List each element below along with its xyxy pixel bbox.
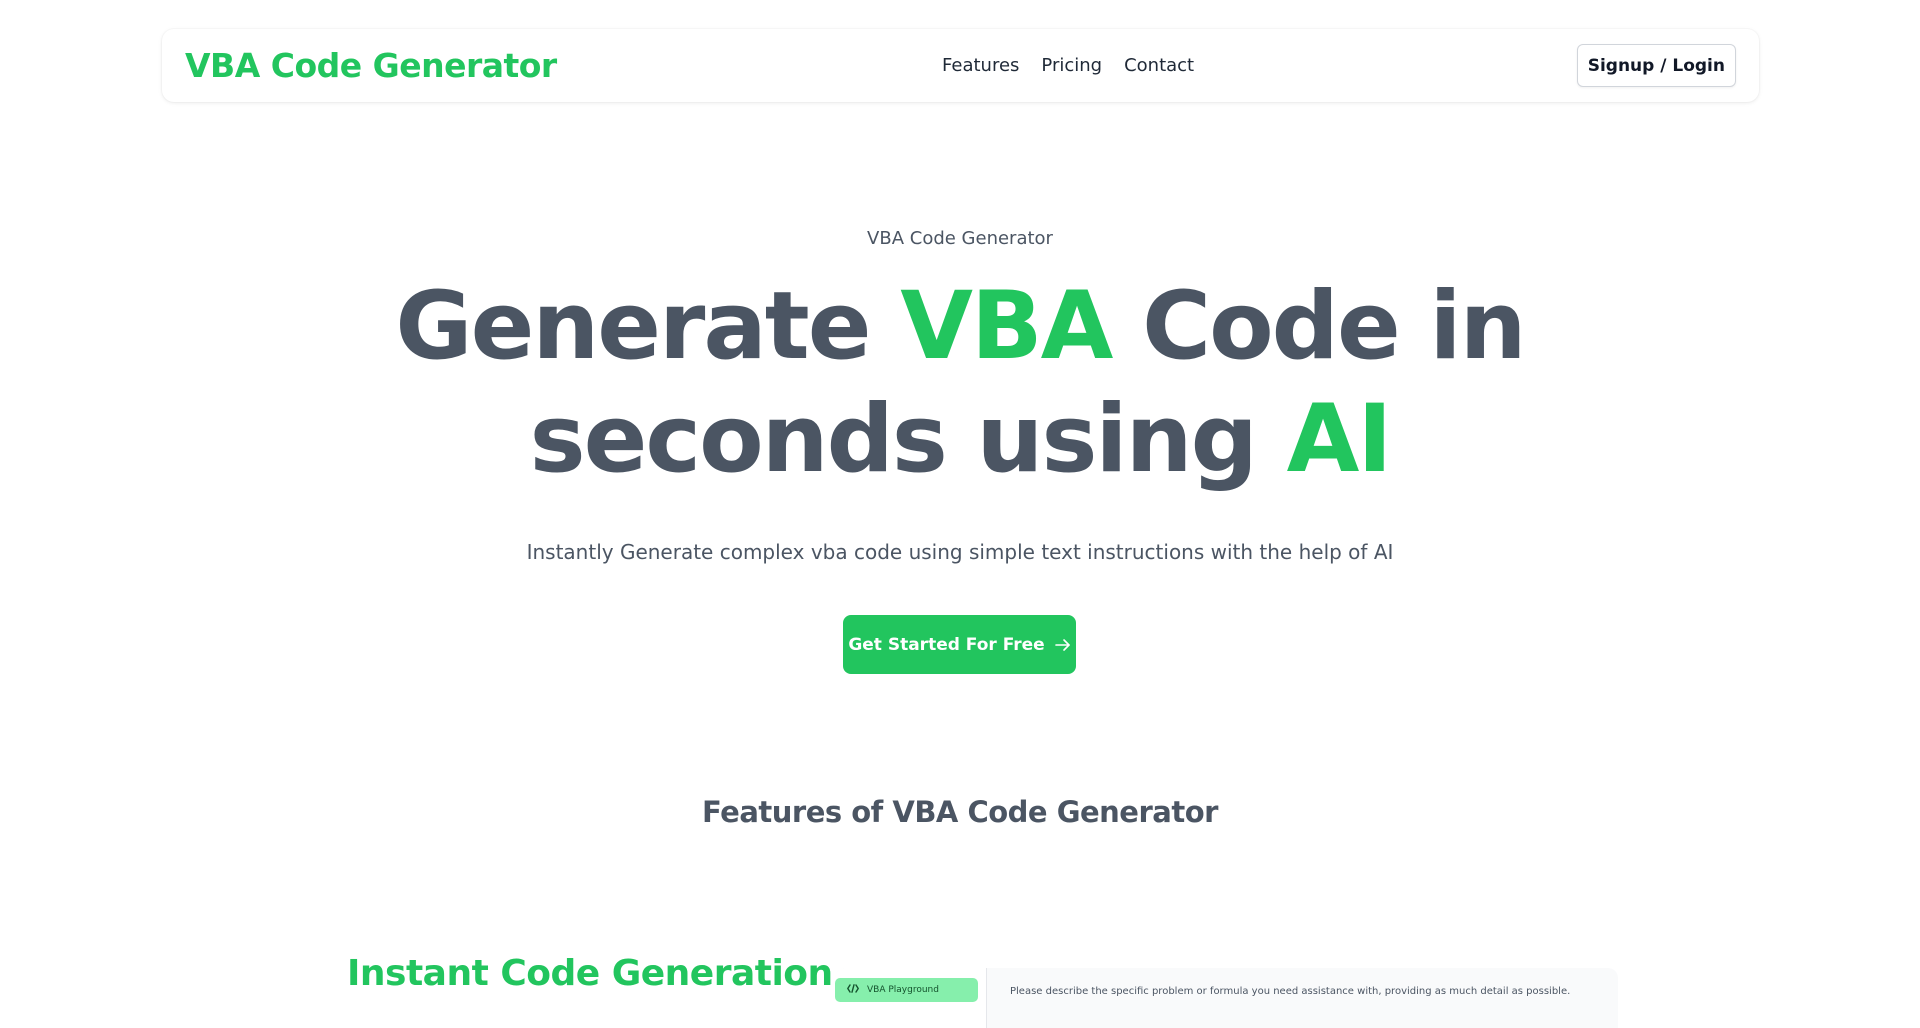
headline-part-1: Generate [395, 272, 901, 381]
sidebar-item-label: VBA Playground [867, 985, 939, 995]
arrow-right-icon [1054, 638, 1071, 652]
playground-preview: VBA Playground Please describe the speci… [835, 968, 1618, 1028]
get-started-label: Get Started For Free [848, 634, 1045, 655]
signup-login-button[interactable]: Signup / Login [1576, 44, 1736, 87]
preview-prompt-text: Please describe the specific problem or … [1010, 986, 1571, 997]
nav-link-pricing[interactable]: Pricing [1041, 55, 1102, 76]
get-started-button[interactable]: Get Started For Free [843, 615, 1076, 674]
navbar: VBA Code Generator Features Pricing Cont… [162, 29, 1759, 102]
preview-sidebar: VBA Playground [835, 968, 987, 1028]
hero-eyebrow: VBA Code Generator [867, 228, 1053, 249]
sidebar-item-vba-playground[interactable]: VBA Playground [835, 978, 978, 1002]
nav-links: Features Pricing Contact [942, 29, 1194, 102]
nav-link-contact[interactable]: Contact [1124, 55, 1194, 76]
hero-headline: Generate VBA Code in seconds using AI [200, 270, 1720, 496]
features-section-title: Features of VBA Code Generator [702, 795, 1218, 829]
code-icon [847, 984, 859, 996]
headline-accent-ai: AI [1286, 385, 1393, 494]
feature-heading-instant-code: Instant Code Generation [347, 953, 833, 994]
nav-link-features[interactable]: Features [942, 55, 1019, 76]
brand-logo[interactable]: VBA Code Generator [185, 46, 557, 85]
hero-subhead: Instantly Generate complex vba code usin… [526, 540, 1394, 564]
headline-accent-vba: VBA [900, 272, 1113, 381]
